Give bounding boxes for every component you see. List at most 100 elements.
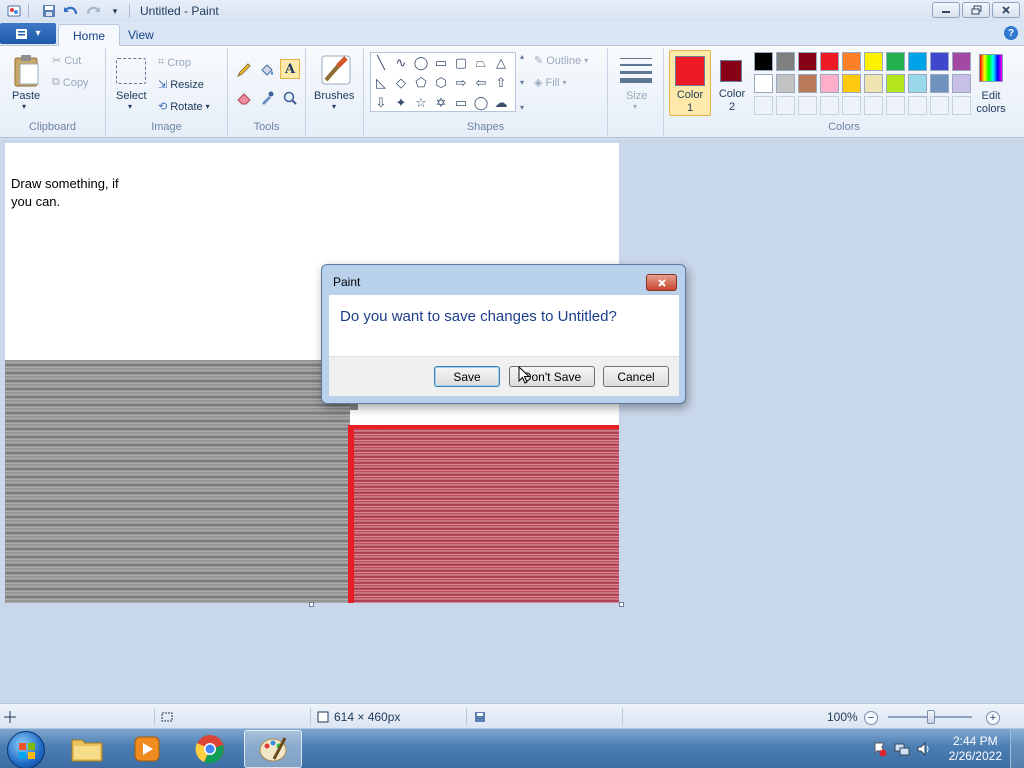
custom-color-slot[interactable]: [842, 96, 861, 115]
color2-button[interactable]: Color 2: [714, 50, 750, 116]
palette-swatch[interactable]: [798, 74, 817, 93]
zoom-slider-thumb[interactable]: [927, 710, 935, 724]
shapes-scroll[interactable]: ▴ ▾ ▾: [516, 52, 528, 112]
brushes-button[interactable]: Brushes: [314, 90, 354, 102]
select-dropdown-icon[interactable]: ▾: [128, 102, 132, 111]
palette-swatch[interactable]: [820, 74, 839, 93]
oval-shape-icon[interactable]: ◯: [411, 53, 431, 73]
rect-callout-shape-icon[interactable]: ▭: [451, 93, 471, 113]
zoom-in-button[interactable]: +: [986, 711, 1000, 725]
custom-color-slot[interactable]: [886, 96, 905, 115]
rounded-rectangle-shape-icon[interactable]: ▢: [451, 53, 471, 73]
taskbar-media-player[interactable]: [118, 730, 176, 768]
canvas-text[interactable]: Draw something, if you can.: [11, 175, 141, 211]
palette-swatch[interactable]: [952, 74, 971, 93]
palette-swatch[interactable]: [930, 74, 949, 93]
custom-color-slot[interactable]: [908, 96, 927, 115]
tab-home[interactable]: Home: [58, 24, 121, 46]
palette-swatch[interactable]: [886, 52, 905, 71]
copy-button[interactable]: ⧉ Copy: [52, 76, 89, 89]
custom-color-slot[interactable]: [930, 96, 949, 115]
cloud-callout-shape-icon[interactable]: ☁: [491, 93, 511, 113]
polygon-shape-icon[interactable]: ⏢: [471, 53, 491, 73]
palette-swatch[interactable]: [820, 52, 839, 71]
taskbar-chrome[interactable]: [181, 730, 239, 768]
six-point-star-shape-icon[interactable]: ✡: [431, 93, 451, 113]
palette-swatch[interactable]: [754, 74, 773, 93]
palette-swatch[interactable]: [952, 52, 971, 71]
volume-icon[interactable]: [916, 741, 932, 760]
palette-swatch[interactable]: [754, 52, 773, 71]
right-arrow-shape-icon[interactable]: ⇨: [451, 73, 471, 93]
oval-callout-shape-icon[interactable]: ◯: [471, 93, 491, 113]
size-dropdown-icon[interactable]: ▾: [633, 102, 637, 111]
palette-swatch[interactable]: [776, 74, 795, 93]
palette-swatch[interactable]: [864, 52, 883, 71]
resize-handle-bottom[interactable]: [309, 602, 314, 607]
up-arrow-shape-icon[interactable]: ⇧: [491, 73, 511, 93]
size-button[interactable]: Size: [626, 90, 647, 102]
five-point-star-shape-icon[interactable]: ☆: [411, 93, 431, 113]
taskbar-explorer[interactable]: [58, 730, 116, 768]
paste-button[interactable]: Paste: [12, 90, 40, 102]
zoom-out-button[interactable]: −: [864, 711, 878, 725]
palette-swatch[interactable]: [908, 52, 927, 71]
size-icon[interactable]: [620, 56, 652, 84]
resize-button[interactable]: ⇲ Resize: [158, 78, 204, 92]
palette-swatch[interactable]: [930, 52, 949, 71]
brushes-dropdown-icon[interactable]: ▾: [332, 102, 336, 111]
tab-view[interactable]: View: [114, 24, 168, 46]
cut-button[interactable]: ✂ Cut: [52, 54, 81, 68]
cancel-button[interactable]: Cancel: [603, 366, 669, 387]
triangle-shape-icon[interactable]: △: [491, 53, 511, 73]
redo-icon[interactable]: [85, 3, 101, 19]
crop-button[interactable]: ⌗ Crop: [158, 56, 191, 69]
undo-icon[interactable]: [63, 3, 79, 19]
restore-button[interactable]: [962, 2, 990, 18]
taskbar-paint[interactable]: [244, 730, 302, 768]
show-desktop-button[interactable]: [1010, 729, 1024, 768]
rotate-button[interactable]: ⟲ Rotate ▾: [158, 100, 210, 114]
expand-gallery-icon[interactable]: ▾: [520, 103, 524, 112]
start-button[interactable]: [7, 731, 45, 768]
scroll-up-icon[interactable]: ▴: [520, 52, 524, 61]
palette-swatch[interactable]: [864, 74, 883, 93]
palette-swatch[interactable]: [842, 52, 861, 71]
color-picker-icon[interactable]: [257, 88, 277, 108]
eraser-icon[interactable]: [234, 88, 254, 108]
hexagon-shape-icon[interactable]: ⬡: [431, 73, 451, 93]
four-point-star-shape-icon[interactable]: ✦: [391, 93, 411, 113]
curve-shape-icon[interactable]: ∿: [391, 53, 411, 73]
fill-bucket-icon[interactable]: [257, 60, 277, 80]
resize-handle-corner[interactable]: [619, 602, 624, 607]
custom-color-slot[interactable]: [952, 96, 971, 115]
palette-swatch[interactable]: [798, 52, 817, 71]
custom-color-slot[interactable]: [864, 96, 883, 115]
pencil-icon[interactable]: [234, 60, 254, 80]
scroll-down-icon[interactable]: ▾: [520, 78, 524, 87]
custom-color-slot[interactable]: [820, 96, 839, 115]
color1-button[interactable]: Color 1: [669, 50, 711, 116]
down-arrow-shape-icon[interactable]: ⇩: [371, 93, 391, 113]
fill-button[interactable]: ◈ Fill ▾: [534, 76, 567, 90]
paint-menu-button[interactable]: ▾: [0, 23, 56, 44]
help-icon[interactable]: ?: [1004, 26, 1018, 40]
paste-dropdown-icon[interactable]: ▾: [22, 102, 26, 111]
magnifier-icon[interactable]: [280, 88, 300, 108]
custom-color-slot[interactable]: [776, 96, 795, 115]
close-button[interactable]: [992, 2, 1020, 18]
rectangle-shape-icon[interactable]: ▭: [431, 53, 451, 73]
save-icon[interactable]: [41, 3, 57, 19]
palette-swatch[interactable]: [908, 74, 927, 93]
custom-color-slot[interactable]: [798, 96, 817, 115]
minimize-button[interactable]: [932, 2, 960, 18]
diamond-shape-icon[interactable]: ◇: [391, 73, 411, 93]
dialog-close-button[interactable]: [646, 274, 677, 291]
left-arrow-shape-icon[interactable]: ⇦: [471, 73, 491, 93]
paint-app-icon[interactable]: [6, 3, 22, 19]
line-shape-icon[interactable]: ╲: [371, 53, 391, 73]
custom-color-slot[interactable]: [754, 96, 773, 115]
palette-swatch[interactable]: [776, 52, 795, 71]
palette-swatch[interactable]: [842, 74, 861, 93]
pentagon-shape-icon[interactable]: ⬠: [411, 73, 431, 93]
